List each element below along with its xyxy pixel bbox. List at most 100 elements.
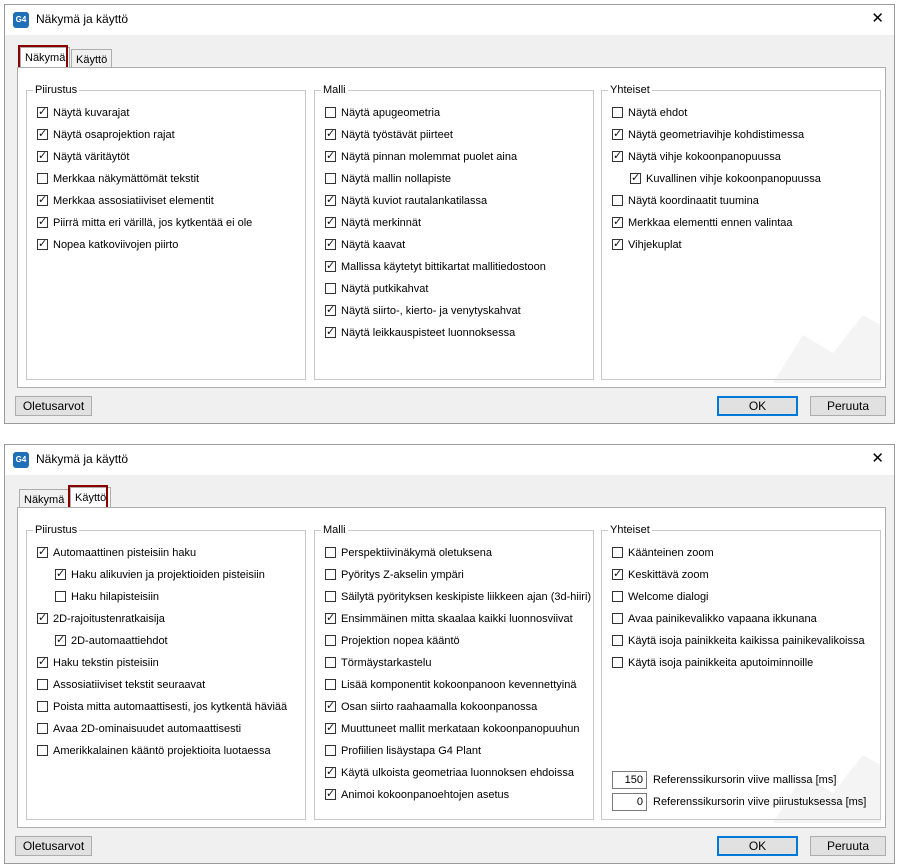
checkbox-unchecked[interactable] — [612, 634, 623, 646]
checkbox-checked[interactable] — [325, 610, 336, 626]
checkbox-checked[interactable] — [325, 214, 336, 230]
close-icon[interactable]: ✕ — [871, 451, 884, 467]
tab-kaytto[interactable]: Käyttö — [71, 49, 113, 67]
checkbox-checked[interactable] — [55, 566, 66, 582]
checkbox-row[interactable]: Näytä mallin nollapiste — [325, 171, 451, 187]
checkbox-checked[interactable] — [612, 126, 623, 142]
checkbox-unchecked[interactable] — [37, 722, 48, 734]
checkbox-checked[interactable] — [325, 324, 336, 340]
checkbox-row[interactable]: Haku alikuvien ja projektioiden pisteisi… — [55, 566, 265, 583]
checkbox-row[interactable]: Näytä väritäytöt — [37, 148, 129, 165]
checkbox-row[interactable]: Näytä putkikahvat — [325, 281, 428, 297]
checkbox-row[interactable]: Näytä kaavat — [325, 236, 405, 253]
checkbox-unchecked[interactable] — [55, 590, 66, 602]
checkbox-row[interactable]: Assosiatiiviset tekstit seuraavat — [37, 677, 205, 693]
checkbox-unchecked[interactable] — [325, 546, 336, 558]
checkbox-row[interactable]: 2D-rajoitustenratkaisija — [37, 610, 165, 627]
checkbox-unchecked[interactable] — [325, 590, 336, 602]
checkbox-unchecked[interactable] — [325, 282, 336, 294]
checkbox-checked[interactable] — [325, 236, 336, 252]
checkbox-unchecked[interactable] — [325, 744, 336, 756]
checkbox-row[interactable]: Näytä ehdot — [612, 105, 687, 121]
checkbox-checked[interactable] — [325, 148, 336, 164]
checkbox-row[interactable]: Automaattinen pisteisiin haku — [37, 544, 196, 561]
checkbox-unchecked[interactable] — [37, 172, 48, 184]
checkbox-unchecked[interactable] — [325, 656, 336, 668]
checkbox-row[interactable]: Näytä osaprojektion rajat — [37, 126, 175, 143]
checkbox-row[interactable]: Animoi kokoonpanoehtojen asetus — [325, 786, 509, 803]
checkbox-row[interactable]: Näytä kuvarajat — [37, 104, 129, 121]
checkbox-checked[interactable] — [325, 302, 336, 318]
checkbox-row[interactable]: Merkkaa elementti ennen valintaa — [612, 214, 792, 231]
checkbox-checked[interactable] — [325, 698, 336, 714]
checkbox-row[interactable]: Näytä kuviot rautalankatilassa — [325, 192, 487, 209]
checkbox-row[interactable]: Piirrä mitta eri värillä, jos kytkentää … — [37, 214, 252, 231]
checkbox-row[interactable]: Poista mitta automaattisesti, jos kytken… — [37, 699, 287, 715]
checkbox-unchecked[interactable] — [37, 678, 48, 690]
delay-model-input[interactable] — [612, 771, 647, 789]
checkbox-row[interactable]: Projektion nopea kääntö — [325, 633, 460, 649]
checkbox-checked[interactable] — [325, 126, 336, 142]
checkbox-checked[interactable] — [612, 236, 623, 252]
checkbox-checked[interactable] — [325, 258, 336, 274]
checkbox-row[interactable]: Mallissa käytetyt bittikartat mallitiedo… — [325, 258, 546, 275]
checkbox-unchecked[interactable] — [612, 590, 623, 602]
checkbox-row[interactable]: Säilytä pyörityksen keskipiste liikkeen … — [325, 589, 591, 605]
checkbox-row[interactable]: Merkkaa assosiatiiviset elementit — [37, 192, 214, 209]
defaults-button[interactable]: Oletusarvot — [15, 396, 92, 416]
checkbox-checked[interactable] — [37, 126, 48, 142]
checkbox-row[interactable]: Ensimmäinen mitta skaalaa kaikki luonnos… — [325, 610, 573, 627]
checkbox-checked[interactable] — [325, 192, 336, 208]
checkbox-checked[interactable] — [37, 214, 48, 230]
checkbox-checked[interactable] — [37, 544, 48, 560]
checkbox-row[interactable]: Käänteinen zoom — [612, 545, 714, 561]
cancel-button[interactable]: Peruuta — [810, 836, 886, 856]
checkbox-row[interactable]: Avaa 2D-ominaisuudet automaattisesti — [37, 721, 241, 737]
checkbox-row[interactable]: Näytä koordinaatit tuumina — [612, 193, 759, 209]
checkbox-checked[interactable] — [55, 632, 66, 648]
checkbox-checked[interactable] — [612, 566, 623, 582]
checkbox-unchecked[interactable] — [37, 744, 48, 756]
checkbox-row[interactable]: Näytä pinnan molemmat puolet aina — [325, 148, 517, 165]
checkbox-row[interactable]: Näytä apugeometria — [325, 105, 440, 121]
checkbox-unchecked[interactable] — [325, 568, 336, 580]
checkbox-checked[interactable] — [325, 764, 336, 780]
checkbox-unchecked[interactable] — [612, 656, 623, 668]
checkbox-row[interactable]: Törmäystarkastelu — [325, 655, 431, 671]
checkbox-checked[interactable] — [37, 104, 48, 120]
checkbox-checked[interactable] — [612, 214, 623, 230]
checkbox-row[interactable]: Welcome dialogi — [612, 589, 709, 605]
close-icon[interactable]: ✕ — [871, 11, 884, 27]
checkbox-unchecked[interactable] — [37, 700, 48, 712]
cancel-button[interactable]: Peruuta — [810, 396, 886, 416]
checkbox-checked[interactable] — [37, 236, 48, 252]
checkbox-row[interactable]: 2D-automaattiehdot — [55, 632, 168, 649]
checkbox-checked[interactable] — [325, 786, 336, 802]
checkbox-row[interactable]: Näytä siirto-, kierto- ja venytyskahvat — [325, 302, 521, 319]
defaults-button[interactable]: Oletusarvot — [15, 836, 92, 856]
checkbox-row[interactable]: Nopea katkoviivojen piirto — [37, 236, 178, 253]
checkbox-unchecked[interactable] — [612, 546, 623, 558]
checkbox-row[interactable]: Käytä isoja painikkeita kaikissa painike… — [612, 633, 865, 649]
ok-button[interactable]: OK — [717, 836, 798, 856]
checkbox-row[interactable]: Pyöritys Z-akselin ympäri — [325, 567, 464, 583]
checkbox-checked[interactable] — [612, 148, 623, 164]
checkbox-row[interactable]: Haku hilapisteisiin — [55, 589, 159, 605]
checkbox-row[interactable]: Merkkaa näkymättömät tekstit — [37, 171, 199, 187]
checkbox-row[interactable]: Näytä vihje kokoonpanopuussa — [612, 148, 781, 165]
checkbox-checked[interactable] — [325, 720, 336, 736]
checkbox-checked[interactable] — [37, 654, 48, 670]
checkbox-row[interactable]: Perspektiivinäkymä oletuksena — [325, 545, 492, 561]
checkbox-row[interactable]: Käytä ulkoista geometriaa luonnoksen ehd… — [325, 764, 574, 781]
checkbox-unchecked[interactable] — [325, 106, 336, 118]
checkbox-row[interactable]: Avaa painikevalikko vapaana ikkunana — [612, 611, 817, 627]
checkbox-checked[interactable] — [37, 610, 48, 626]
checkbox-unchecked[interactable] — [612, 106, 623, 118]
checkbox-row[interactable]: Vihjekuplat — [612, 236, 682, 253]
checkbox-row[interactable]: Keskittävä zoom — [612, 566, 709, 583]
checkbox-row[interactable]: Näytä geometriavihje kohdistimessa — [612, 126, 804, 143]
checkbox-row[interactable]: Käytä isoja painikkeita aputoiminnoille — [612, 655, 813, 671]
checkbox-unchecked[interactable] — [325, 172, 336, 184]
tab-nakyma[interactable]: Näkymä — [19, 489, 70, 507]
checkbox-unchecked[interactable] — [612, 194, 623, 206]
